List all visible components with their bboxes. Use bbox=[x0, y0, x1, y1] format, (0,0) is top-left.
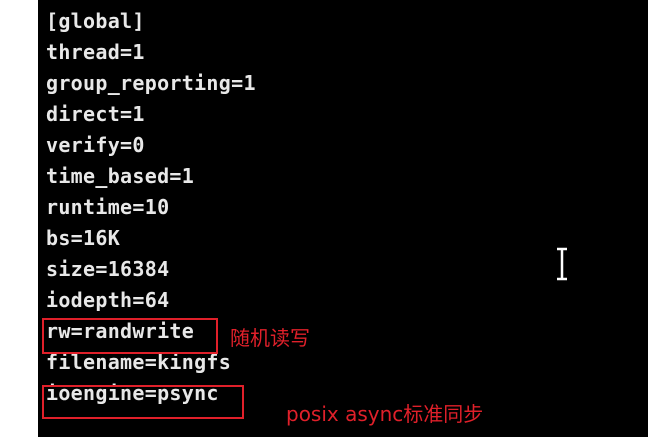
rw-highlight-box bbox=[42, 318, 218, 354]
config-line-runtime: runtime=10 bbox=[46, 195, 170, 219]
rw-annotation: 随机读写 bbox=[230, 326, 310, 350]
config-line-size: size=16384 bbox=[46, 257, 170, 281]
config-line-thread: thread=1 bbox=[46, 40, 145, 64]
screenshot-page: [global] thread=1 group_reporting=1 dire… bbox=[0, 0, 648, 437]
config-line-time-based: time_based=1 bbox=[46, 164, 195, 188]
config-line-global: [global] bbox=[46, 9, 145, 33]
terminal-window[interactable]: [global] thread=1 group_reporting=1 dire… bbox=[38, 0, 648, 437]
config-line-group-reporting: group_reporting=1 bbox=[46, 71, 256, 95]
ioengine-highlight-box bbox=[42, 385, 244, 419]
config-line-iodepth: iodepth=64 bbox=[46, 288, 170, 312]
config-line-direct: direct=1 bbox=[46, 102, 145, 126]
ioengine-annotation: posix async标准同步 bbox=[286, 402, 484, 426]
config-line-bs: bs=16K bbox=[46, 226, 121, 250]
config-line-verify: verify=0 bbox=[46, 133, 145, 157]
i-beam-text-cursor-icon bbox=[557, 247, 567, 281]
